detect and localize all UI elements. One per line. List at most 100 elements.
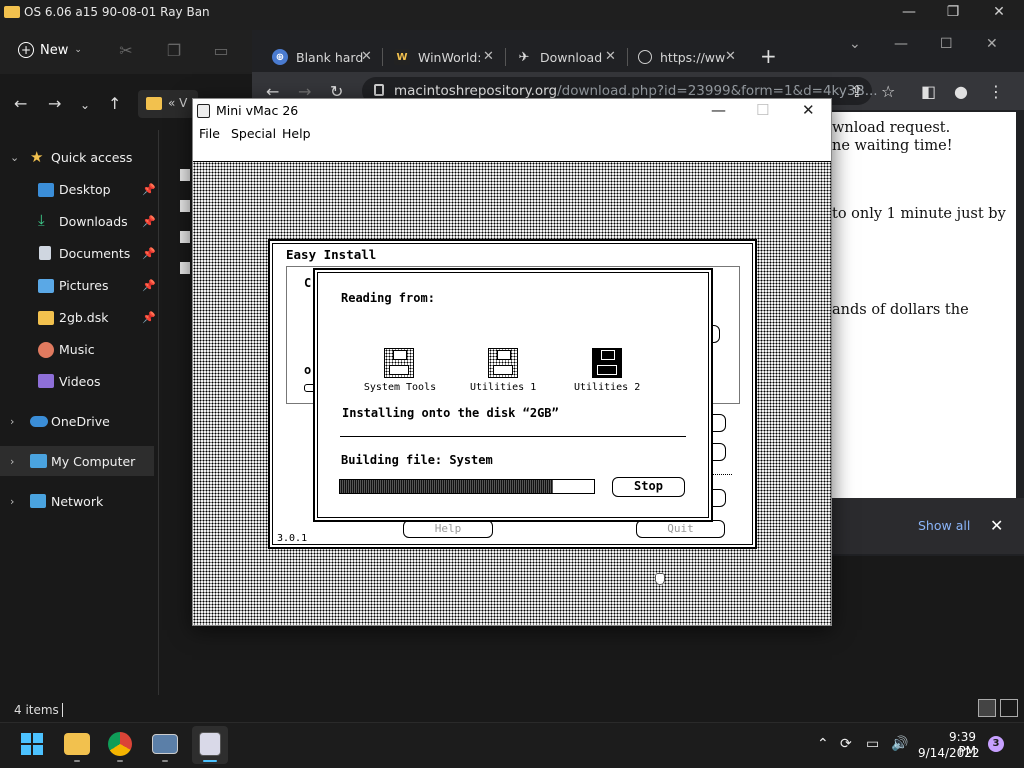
close-icon[interactable]: ✕ bbox=[990, 516, 1003, 535]
close-icon[interactable]: ✕ bbox=[483, 49, 494, 64]
close-icon[interactable]: ✕ bbox=[725, 49, 736, 64]
minimize-icon[interactable]: — bbox=[894, 4, 924, 20]
tab-separator bbox=[505, 48, 506, 66]
new-button[interactable]: + New ⌄ bbox=[18, 42, 82, 58]
stop-button[interactable]: Stop bbox=[612, 477, 685, 497]
close-icon[interactable]: ✕ bbox=[605, 49, 616, 64]
minimize-icon[interactable]: — bbox=[894, 36, 908, 52]
chevron-right-icon[interactable]: › bbox=[10, 415, 14, 428]
status-separator bbox=[62, 703, 63, 717]
nav-item-music[interactable]: Music bbox=[0, 334, 160, 364]
page-text: ands of dollars the bbox=[832, 302, 969, 318]
file-explorer-taskbar-icon[interactable] bbox=[64, 733, 90, 755]
paste-icon[interactable]: ▭ bbox=[212, 41, 230, 60]
pane-divider[interactable] bbox=[158, 130, 159, 695]
file-icon[interactable] bbox=[180, 262, 190, 274]
winworld-icon: W bbox=[394, 49, 410, 65]
new-tab-plus-icon[interactable]: + bbox=[760, 44, 777, 68]
lock-icon[interactable] bbox=[374, 84, 384, 96]
nav-label: Videos bbox=[59, 373, 101, 389]
file-icon[interactable] bbox=[180, 200, 190, 212]
tab-download[interactable]: ✈ Download bbox=[516, 42, 603, 72]
pin-icon: 📌 bbox=[142, 182, 156, 196]
tiles-view-icon[interactable] bbox=[1000, 699, 1018, 717]
side-panel-icon[interactable]: ◧ bbox=[921, 82, 936, 101]
profile-icon[interactable]: ● bbox=[954, 82, 968, 101]
running-indicator bbox=[117, 760, 123, 762]
up-arrow-icon[interactable]: ↑ bbox=[108, 94, 121, 113]
notification-badge[interactable]: 3 bbox=[988, 736, 1004, 752]
install-progress-bar bbox=[339, 479, 595, 494]
pin-icon: 📌 bbox=[142, 214, 156, 228]
disk-label: System Tools bbox=[363, 382, 437, 393]
close-icon[interactable]: ✕ bbox=[802, 101, 815, 119]
nav-item-2gb-dsk[interactable]: 2gb.dsk 📌 bbox=[0, 302, 160, 332]
copy-icon[interactable]: ❐ bbox=[165, 41, 183, 60]
minimize-icon[interactable]: — bbox=[711, 101, 726, 119]
nav-item-downloads[interactable]: ⤓ Downloads 📌 bbox=[0, 206, 160, 236]
divider-line bbox=[712, 474, 732, 475]
nav-label: Desktop bbox=[59, 181, 111, 197]
tab-winworld[interactable]: W WinWorld: bbox=[394, 42, 482, 72]
clock-date[interactable]: 9/14/2022 bbox=[918, 746, 980, 760]
easy-install-text-fragment: C bbox=[304, 276, 312, 290]
file-icon[interactable] bbox=[180, 231, 190, 243]
nav-item-desktop[interactable]: Desktop 📌 bbox=[0, 174, 160, 204]
new-button-label: New bbox=[40, 42, 69, 58]
close-icon[interactable]: ✕ bbox=[984, 4, 1014, 20]
nav-label: My Computer bbox=[51, 453, 136, 469]
forward-arrow-icon[interactable]: → bbox=[48, 94, 61, 113]
nav-item-videos[interactable]: Videos bbox=[0, 366, 160, 396]
chevron-up-icon[interactable]: ⌃ bbox=[817, 736, 829, 752]
sync-icon[interactable]: ⟳ bbox=[840, 736, 852, 752]
pin-icon: 📌 bbox=[142, 310, 156, 324]
nav-label: Network bbox=[51, 493, 104, 509]
tab-search-chevron-icon[interactable]: ⌄ bbox=[849, 36, 861, 52]
disk-label: Utilities 2 bbox=[574, 382, 641, 393]
chrome-taskbar-icon[interactable] bbox=[108, 732, 132, 756]
running-indicator bbox=[203, 760, 217, 762]
bookmark-star-icon[interactable]: ☆ bbox=[881, 82, 895, 101]
nav-item-documents[interactable]: Documents 📌 bbox=[0, 238, 160, 268]
nav-label: Music bbox=[59, 341, 95, 357]
mini-vmac-taskbar-icon[interactable] bbox=[199, 732, 221, 756]
network-icon bbox=[30, 494, 46, 508]
file-icon[interactable] bbox=[180, 169, 190, 181]
globe-icon: ⊕ bbox=[272, 49, 288, 65]
nav-item-pictures[interactable]: Pictures 📌 bbox=[0, 270, 160, 300]
menu-help[interactable]: Help bbox=[282, 126, 311, 141]
details-view-icon[interactable] bbox=[978, 699, 996, 717]
chevron-down-icon[interactable]: ⌄ bbox=[10, 151, 19, 164]
nav-item-network[interactable]: › Network bbox=[0, 486, 160, 516]
folder-icon bbox=[4, 6, 20, 18]
close-icon[interactable]: ✕ bbox=[361, 49, 372, 64]
maximize-icon[interactable]: ☐ bbox=[940, 36, 953, 52]
cut-icon[interactable]: ✂ bbox=[117, 41, 135, 60]
nav-item-quick-access[interactable]: ⌄ ★ Quick access bbox=[0, 142, 160, 172]
menu-special[interactable]: Special bbox=[231, 126, 276, 141]
nav-item-my-computer[interactable]: › My Computer bbox=[0, 446, 154, 476]
windows-start-icon[interactable] bbox=[21, 733, 43, 755]
chevron-right-icon[interactable]: › bbox=[10, 495, 14, 508]
show-all-link[interactable]: Show all bbox=[918, 518, 970, 533]
page-text: wnload request. bbox=[832, 120, 951, 136]
nav-item-onedrive[interactable]: › OneDrive bbox=[0, 406, 160, 436]
running-indicator bbox=[74, 760, 80, 762]
tab-https-www[interactable]: https://ww bbox=[638, 42, 725, 72]
restore-icon[interactable]: ❐ bbox=[938, 4, 968, 20]
chevron-right-icon[interactable]: › bbox=[10, 455, 14, 468]
tab-blank-hard[interactable]: ⊕ Blank hard bbox=[272, 42, 363, 72]
close-icon[interactable]: ✕ bbox=[986, 36, 998, 52]
url-text[interactable]: macintoshrepository.org/download.php?id=… bbox=[394, 83, 878, 99]
tab-separator bbox=[382, 48, 383, 66]
share-icon[interactable]: ⇪ bbox=[850, 82, 863, 101]
volume-icon[interactable]: 🔊 bbox=[891, 736, 908, 752]
pin-icon: 📌 bbox=[142, 246, 156, 260]
back-arrow-icon[interactable]: ← bbox=[14, 94, 27, 113]
menu-file[interactable]: File bbox=[199, 126, 220, 141]
display-icon[interactable]: ▭ bbox=[866, 736, 879, 752]
recent-chevron-icon[interactable]: ⌄ bbox=[80, 98, 90, 112]
photos-taskbar-icon[interactable] bbox=[152, 734, 178, 754]
reading-from-label: Reading from: bbox=[341, 291, 435, 305]
menu-dots-icon[interactable]: ⋮ bbox=[988, 82, 1004, 101]
